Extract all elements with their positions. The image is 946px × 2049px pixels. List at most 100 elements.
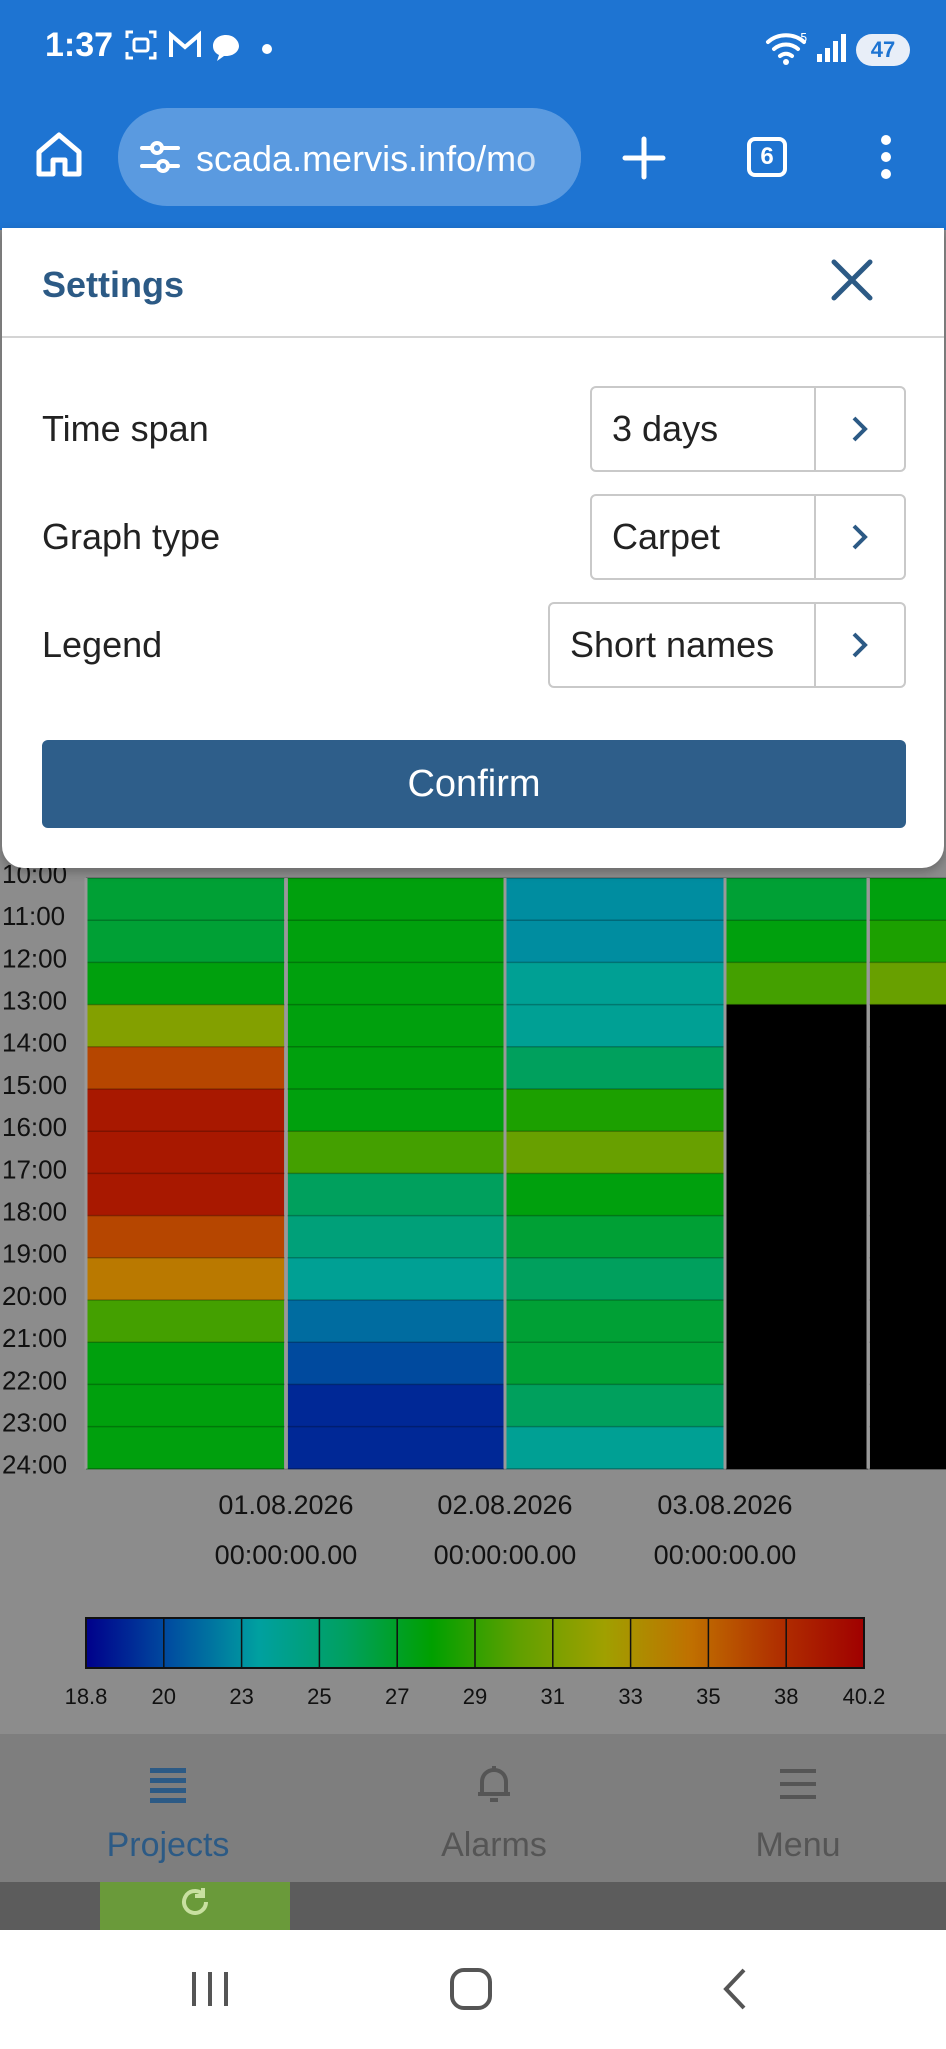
nav-menu[interactable]: Menu	[640, 1734, 946, 1882]
heat-cell	[288, 920, 504, 963]
y-tick-label: 23:00	[2, 1407, 67, 1437]
graph-type-chevron-button[interactable]	[814, 496, 904, 578]
heat-cell	[870, 1215, 946, 1259]
color-scale-tick-label: 20	[152, 1684, 176, 1709]
heat-cell	[726, 1089, 868, 1132]
site-settings-icon[interactable]	[138, 138, 182, 181]
heat-cell	[870, 1173, 946, 1217]
heat-cell	[86, 1426, 284, 1470]
url-text: scada.mervis.info/mo	[196, 138, 537, 179]
heat-cell	[86, 878, 284, 921]
legend-label: Legend	[42, 624, 163, 665]
heat-cell	[870, 1257, 946, 1301]
wifi-icon: 5	[764, 30, 810, 71]
y-tick-label: 24:00	[2, 1450, 67, 1480]
color-scale-tick-label: 38	[774, 1684, 798, 1709]
heat-cell	[506, 962, 724, 1006]
list-icon	[148, 1764, 188, 1809]
time-span-label: Time span	[42, 408, 209, 449]
nav-projects[interactable]: Projects	[10, 1734, 326, 1882]
refresh-icon	[178, 1885, 212, 1927]
graph-type-select[interactable]: Carpet	[590, 494, 906, 580]
x-time-label: 00:00:00.00	[434, 1540, 577, 1570]
recent-apps-icon[interactable]	[188, 1968, 232, 2013]
chevron-right-icon	[852, 416, 868, 442]
dot-icon	[262, 44, 272, 54]
heat-cell	[506, 878, 724, 921]
y-tick-label: 19:00	[2, 1239, 67, 1269]
new-tab-icon[interactable]	[622, 136, 666, 185]
time-span-chevron-button[interactable]	[814, 388, 904, 470]
close-icon[interactable]	[822, 250, 882, 310]
heat-cell	[726, 1215, 868, 1259]
nav-alarms[interactable]: Alarms	[336, 1734, 652, 1882]
heat-cell	[506, 1384, 724, 1428]
heat-cell	[506, 1342, 724, 1385]
nav-projects-label: Projects	[106, 1826, 230, 1864]
legend-chevron-button[interactable]	[814, 604, 904, 686]
heat-cell	[726, 1173, 868, 1217]
heat-cell	[288, 1384, 504, 1428]
svg-text:5: 5	[800, 31, 808, 45]
heat-cell	[86, 920, 284, 963]
heat-cell	[86, 1257, 284, 1301]
heat-cell	[288, 1257, 504, 1301]
nav-menu-label: Menu	[755, 1826, 841, 1864]
heat-cell	[870, 1046, 946, 1090]
confirm-button[interactable]: Confirm	[42, 740, 906, 828]
color-scale-tick-label: 18.8	[65, 1684, 108, 1709]
heat-cell	[726, 962, 868, 1006]
heat-cell	[288, 1173, 504, 1217]
address-bar[interactable]: scada.mervis.info/mo	[118, 108, 581, 206]
heat-cell	[506, 1131, 724, 1174]
heat-cell	[870, 1004, 946, 1048]
heat-cell	[726, 1004, 868, 1048]
refresh-button[interactable]	[100, 1882, 290, 1930]
heat-cell	[86, 1342, 284, 1385]
legend-value: Short names	[570, 624, 775, 665]
y-tick-label: 17:00	[2, 1154, 67, 1184]
time-span-select[interactable]: 3 days	[590, 386, 906, 472]
heat-cell	[870, 920, 946, 963]
heat-cell	[506, 1215, 724, 1259]
x-date-label: 01.08.2026	[218, 1490, 353, 1520]
heat-cell	[870, 1131, 946, 1174]
more-options-icon[interactable]	[876, 134, 896, 185]
tab-switcher-button[interactable]: 6	[747, 137, 787, 177]
y-tick-label: 18:00	[2, 1196, 67, 1226]
home-icon[interactable]	[34, 130, 84, 183]
carpet-chart: 10:0011:0012:0013:0014:0015:0016:0017:00…	[2, 860, 946, 1709]
heat-cell	[726, 1257, 868, 1301]
chevron-right-icon	[852, 632, 868, 658]
heat-cell	[870, 1089, 946, 1132]
heat-cell	[288, 1131, 504, 1174]
heat-cell	[726, 1426, 868, 1470]
heat-cell	[288, 1215, 504, 1259]
heat-cell	[86, 1004, 284, 1048]
legend-select[interactable]: Short names	[548, 602, 906, 688]
heat-cell	[870, 1426, 946, 1470]
heat-cell	[870, 878, 946, 921]
y-tick-label: 11:00	[2, 901, 65, 931]
hamburger-icon	[778, 1764, 818, 1809]
heat-cell	[506, 1426, 724, 1470]
graph-type-label: Graph type	[42, 516, 221, 557]
dialog-title: Settings	[42, 264, 185, 305]
y-tick-label: 22:00	[2, 1365, 67, 1395]
home-nav-icon[interactable]	[448, 1966, 494, 2017]
bottom-nav: Projects Alarms Menu	[0, 1734, 946, 1882]
y-tick-label: 15:00	[2, 1070, 67, 1100]
color-scale-tick-label: 29	[463, 1684, 487, 1709]
color-scale-tick-label: 31	[541, 1684, 565, 1709]
back-icon[interactable]	[718, 1966, 752, 2017]
heat-cell	[288, 1300, 504, 1343]
heat-cell	[288, 1089, 504, 1132]
y-tick-label: 21:00	[2, 1323, 67, 1353]
heat-cell	[506, 920, 724, 963]
chevron-right-icon	[852, 524, 868, 550]
heat-cell	[288, 878, 504, 921]
heat-cell	[726, 1384, 868, 1428]
dialog-divider	[2, 336, 944, 338]
heat-cell	[870, 1384, 946, 1428]
heat-cell	[288, 962, 504, 1006]
